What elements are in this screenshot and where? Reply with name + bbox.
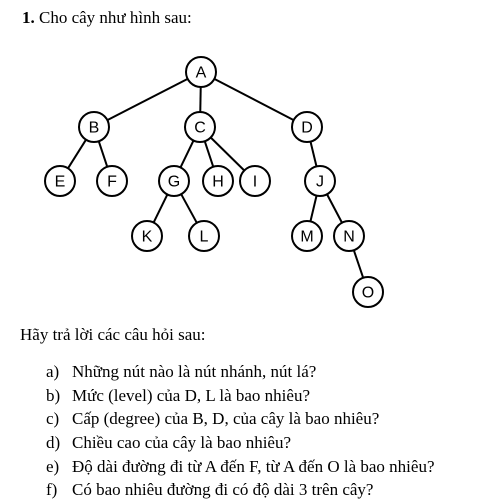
node-l: L — [188, 220, 220, 252]
question-item: c) Cấp (degree) của B, D, của cây là bao … — [46, 407, 435, 431]
edge-d-j — [309, 141, 318, 167]
node-m: M — [291, 220, 323, 252]
node-label: L — [200, 229, 209, 246]
node-label: B — [89, 120, 100, 137]
node-k: K — [131, 220, 163, 252]
question-list: a) Những nút nào là nút nhánh, nút lá? b)… — [46, 360, 435, 502]
node-a: A — [185, 56, 217, 88]
edge-b-e — [67, 139, 87, 169]
question-letter: c) — [46, 409, 60, 429]
edge-b-f — [97, 140, 109, 168]
node-c: C — [184, 111, 216, 143]
question-text: Chiều cao của cây là bao nhiêu? — [72, 433, 292, 453]
node-label: G — [168, 174, 180, 191]
node-d: D — [291, 111, 323, 143]
node-label: C — [194, 120, 206, 137]
edge-c-g — [179, 140, 195, 168]
edge-c-h — [203, 140, 215, 168]
question-text: Cấp (degree) của B, D, của cây là bao nh… — [72, 409, 380, 429]
node-e: E — [44, 165, 76, 197]
question-letter: e) — [46, 456, 60, 476]
question-letter: b) — [46, 385, 61, 405]
node-i: I — [239, 165, 271, 197]
node-label: D — [301, 120, 313, 137]
tree-nodes: A B C D E F G H I J K L M N O — [44, 56, 384, 308]
edge-a-b — [106, 77, 189, 122]
edge-g-l — [180, 193, 198, 224]
question-text: Mức (level) của D, L là bao nhiêu? — [72, 385, 310, 405]
question-letter: a) — [46, 362, 60, 381]
node-o: O — [352, 276, 384, 308]
node-f: F — [96, 165, 128, 197]
node-label: A — [196, 65, 207, 82]
edge-n-o — [352, 249, 365, 279]
question-item: e) Độ dài đường đi từ A đến F, từ A đến O… — [46, 455, 435, 479]
question-item: b) Mức (level) của D, L là bao nhiêu? — [46, 384, 435, 408]
question-item: a) Những nút nào là nút nhánh, nút lá? — [46, 360, 435, 384]
question-text: Độ dài đường đi từ A đến F, từ A đến O l… — [72, 456, 435, 476]
edge-j-n — [326, 193, 343, 224]
question-letter: d) — [46, 433, 61, 453]
instruction-text: Hãy trả lời các câu hỏi sau: — [20, 325, 206, 344]
node-n: N — [333, 220, 365, 252]
node-label: I — [253, 174, 257, 191]
tree-diagram: A B C D E F G H I J K L M N O — [44, 56, 384, 308]
node-label: H — [212, 174, 224, 191]
node-h: H — [202, 165, 234, 197]
node-label: O — [362, 285, 374, 302]
question-letter: f) — [46, 480, 58, 500]
edge-a-d — [213, 78, 295, 121]
question-text: Những nút nào là nút nhánh, nút lá? — [72, 362, 317, 381]
node-label: J — [316, 174, 324, 191]
question-text: Có bao nhiêu đường đi có độ dài 3 trên c… — [72, 480, 374, 500]
node-label: N — [343, 229, 355, 246]
node-j: J — [304, 165, 336, 197]
question-item: f) Có bao nhiêu đường đi có độ dài 3 trên… — [46, 478, 435, 502]
node-label: M — [300, 229, 313, 246]
node-b: B — [78, 111, 110, 143]
node-label: E — [55, 174, 66, 191]
edge-g-k — [152, 194, 169, 223]
node-label: F — [107, 174, 117, 191]
question-item: d) Chiều cao của cây là bao nhiêu? — [46, 431, 435, 455]
edge-j-m — [309, 195, 318, 222]
node-g: G — [158, 165, 190, 197]
node-label: K — [142, 229, 153, 246]
